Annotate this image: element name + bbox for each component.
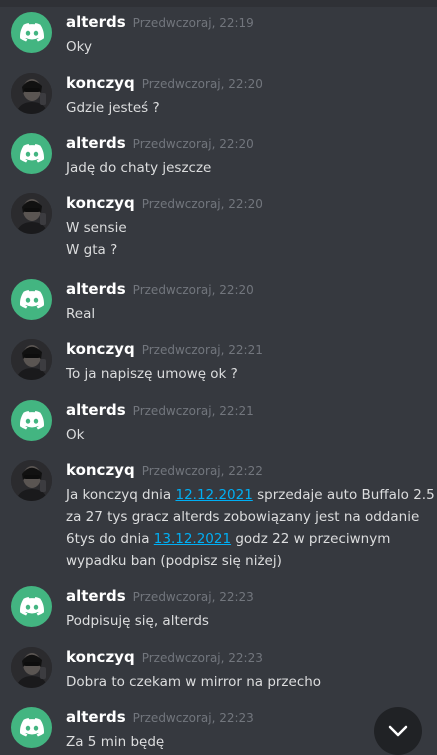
- username[interactable]: alterds: [66, 587, 126, 605]
- timestamp: Przedwczoraj, 22:23: [132, 590, 254, 604]
- user-photo-avatar: [11, 647, 52, 688]
- discord-logo-icon: [19, 144, 44, 163]
- avatar[interactable]: [11, 707, 52, 748]
- username[interactable]: konczyq: [66, 340, 135, 358]
- user-photo-avatar: [11, 339, 52, 380]
- timestamp: Przedwczoraj, 22:20: [141, 77, 263, 91]
- message-content: Ja konczyq dnia 12.12.2021 sprzedaje aut…: [66, 484, 436, 572]
- timestamp: Przedwczoraj, 22:23: [132, 711, 254, 725]
- message-content: Podpisuję się, alterds: [66, 613, 209, 629]
- username[interactable]: konczyq: [66, 461, 135, 479]
- message-header: konczyq Przedwczoraj, 22:20: [66, 193, 263, 213]
- avatar[interactable]: [11, 279, 52, 320]
- timestamp: Przedwczoraj, 22:20: [141, 197, 263, 211]
- avatar[interactable]: [11, 73, 52, 114]
- message-content: To ja napiszę umowę ok ?: [66, 366, 238, 382]
- message-header: alterds Przedwczoraj, 22:19: [66, 12, 254, 32]
- message-header: alterds Przedwczoraj, 22:20: [66, 279, 254, 299]
- timestamp: Przedwczoraj, 22:20: [132, 137, 254, 151]
- username[interactable]: alterds: [66, 708, 126, 726]
- discord-logo-icon: [19, 23, 44, 42]
- message-content: Dobra to czekam w mirror na przecho: [66, 674, 322, 690]
- message-header: konczyq Przedwczoraj, 22:22: [66, 460, 263, 480]
- message-header: alterds Przedwczoraj, 22:23: [66, 707, 254, 727]
- date-link[interactable]: 12.12.2021: [176, 487, 253, 503]
- top-bar: [0, 0, 437, 7]
- message-header: alterds Przedwczoraj, 22:21: [66, 400, 254, 420]
- message-content: Real: [66, 306, 96, 322]
- avatar[interactable]: [11, 400, 52, 441]
- message-content: Oky: [66, 39, 92, 55]
- username[interactable]: alterds: [66, 134, 126, 152]
- avatar[interactable]: [11, 460, 52, 501]
- date-link[interactable]: 13.12.2021: [154, 531, 231, 547]
- avatar[interactable]: [11, 193, 52, 234]
- user-photo-avatar: [11, 73, 52, 114]
- avatar[interactable]: [11, 12, 52, 53]
- message-header: alterds Przedwczoraj, 22:23: [66, 586, 254, 606]
- username[interactable]: konczyq: [66, 194, 135, 212]
- discord-logo-icon: [19, 718, 44, 737]
- timestamp: Przedwczoraj, 22:21: [132, 404, 254, 418]
- timestamp: Przedwczoraj, 22:23: [141, 651, 263, 665]
- username[interactable]: alterds: [66, 13, 126, 31]
- chevron-down-icon: [388, 725, 408, 737]
- user-photo-avatar: [11, 460, 52, 501]
- username[interactable]: alterds: [66, 280, 126, 298]
- discord-logo-icon: [19, 597, 44, 616]
- message-content: Ok: [66, 427, 85, 443]
- username[interactable]: alterds: [66, 401, 126, 419]
- avatar[interactable]: [11, 133, 52, 174]
- user-photo-avatar: [11, 193, 52, 234]
- message-content: Gdzie jesteś ?: [66, 100, 160, 116]
- username[interactable]: konczyq: [66, 74, 135, 92]
- timestamp: Przedwczoraj, 22:22: [141, 464, 263, 478]
- timestamp: Przedwczoraj, 22:19: [132, 16, 254, 30]
- username[interactable]: konczyq: [66, 648, 135, 666]
- message-header: konczyq Przedwczoraj, 22:20: [66, 73, 263, 93]
- timestamp: Przedwczoraj, 22:20: [132, 283, 254, 297]
- avatar[interactable]: [11, 647, 52, 688]
- avatar[interactable]: [11, 339, 52, 380]
- discord-logo-icon: [19, 411, 44, 430]
- avatar[interactable]: [11, 586, 52, 627]
- message-header: konczyq Przedwczoraj, 22:21: [66, 339, 263, 359]
- scroll-to-bottom-button[interactable]: [374, 707, 422, 755]
- message-content: W sensie W gta ?: [66, 220, 127, 258]
- message-content: Jadę do chaty jeszcze: [66, 160, 212, 176]
- message-text: Ja konczyq dnia: [66, 487, 176, 503]
- timestamp: Przedwczoraj, 22:21: [141, 343, 263, 357]
- message-header: alterds Przedwczoraj, 22:20: [66, 133, 254, 153]
- discord-logo-icon: [19, 290, 44, 309]
- message-header: konczyq Przedwczoraj, 22:23: [66, 647, 263, 667]
